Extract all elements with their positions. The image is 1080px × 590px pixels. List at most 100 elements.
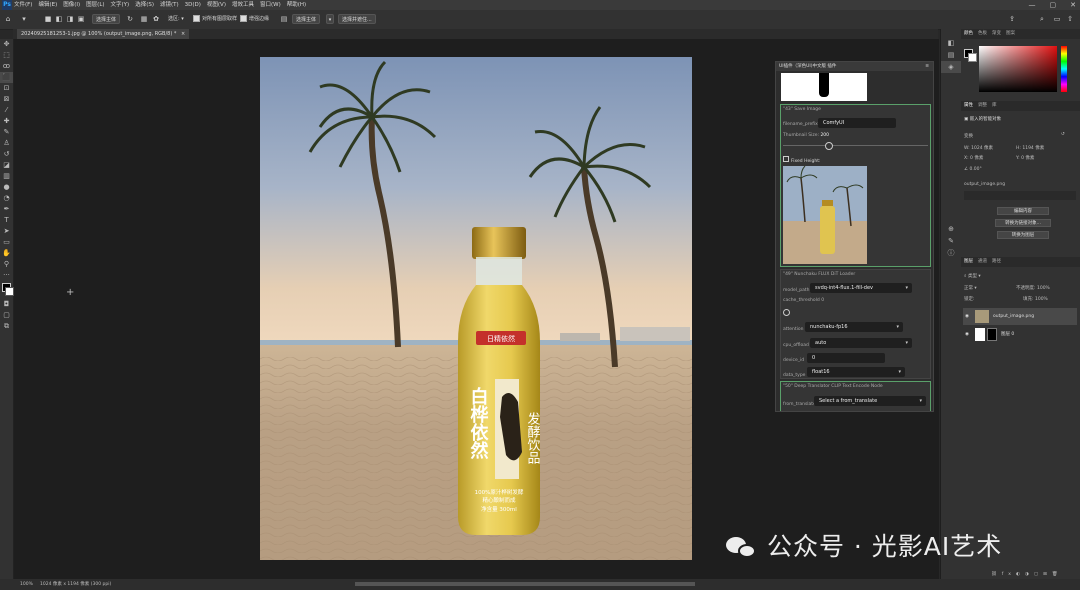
minimize-icon[interactable]: — (1029, 0, 1036, 10)
convert-to-layers-button[interactable]: 转换为图层 (997, 231, 1049, 239)
properties-panel-icon[interactable]: ▤ (941, 49, 961, 61)
select-subject-button[interactable]: 选择主体 (92, 14, 121, 24)
color-picker-field[interactable] (979, 46, 1057, 92)
move-tool-icon[interactable]: ✥ (0, 39, 13, 50)
brush-tool-icon[interactable]: ✎ (0, 127, 13, 138)
gear-icon[interactable]: ✿ (152, 15, 160, 23)
color-tab-1[interactable]: 色板 (978, 29, 987, 39)
search-icon[interactable]: ⌕ (1038, 15, 1046, 23)
opacity-field[interactable]: 不透明度: 100% (1016, 285, 1050, 291)
new-selection-icon[interactable]: ■ (44, 15, 52, 23)
sample-all-layers-checkbox[interactable]: 对所有图层取样 (193, 15, 237, 23)
frame-tool-icon[interactable]: ⊠ (0, 94, 13, 105)
ai-extension-icon[interactable]: ⧉ (0, 321, 13, 332)
add-selection-icon[interactable]: ◧ (55, 15, 63, 23)
model-path-select[interactable]: svdq-int4-flux.1-fill-dev ▾ (810, 283, 912, 293)
history-brush-icon[interactable]: ↺ (0, 149, 13, 160)
menu-item-1[interactable]: 编辑(E) (38, 0, 57, 10)
subtract-selection-icon[interactable]: ◨ (66, 15, 74, 23)
x-field[interactable]: X: 0 像素 (964, 155, 983, 161)
save-image-node[interactable]: "43" Save Image filename_prefix ComfyUI … (780, 104, 931, 267)
angle-field[interactable]: ∠ 0.00° (964, 167, 982, 172)
convert-linked-button[interactable]: 转换为链接对象... (995, 219, 1051, 227)
visibility-eye-icon[interactable]: ◉ (965, 326, 969, 343)
refresh-icon[interactable]: ↻ (126, 15, 134, 23)
color-tab-3[interactable]: 图案 (1006, 29, 1015, 39)
menu-item-3[interactable]: 图层(L) (86, 0, 104, 10)
data-type-select[interactable]: float16 ▾ (807, 367, 905, 377)
more-tools-icon[interactable]: ··· (0, 270, 13, 281)
color-tab-0[interactable]: 颜色 (964, 29, 973, 39)
info-panel-icon[interactable]: ⓘ (941, 247, 961, 259)
menu-item-8[interactable]: 视图(V) (207, 0, 226, 10)
props-tab-0[interactable]: 属性 (964, 101, 973, 111)
cache-threshold-handle[interactable] (783, 309, 790, 316)
path-select-icon[interactable]: ➤ (0, 226, 13, 237)
blend-mode-select[interactable]: 正常 ▾ (964, 285, 977, 291)
from-translate-select[interactable]: Select a from_translate ▾ (814, 396, 926, 406)
fill-field[interactable]: 填充: 100% (1023, 296, 1048, 302)
home-icon[interactable]: ⌂ (4, 15, 12, 23)
props-tab-2[interactable]: 库 (992, 101, 997, 111)
grid-icon[interactable]: ▦ (140, 15, 148, 23)
h-field[interactable]: H: 1194 像素 (1016, 145, 1044, 151)
crop-tool-icon[interactable]: ⊡ (0, 83, 13, 94)
menu-item-10[interactable]: 窗口(W) (260, 0, 281, 10)
layers-tab-2[interactable]: 路径 (992, 257, 1001, 267)
deep-translator-node[interactable]: "50" Deep Translator CLIP Text Encode No… (780, 381, 931, 411)
menu-item-0[interactable]: 文件(F) (14, 0, 32, 10)
panel-menu-icon[interactable]: ≡ (925, 62, 929, 71)
tool-preset-icon[interactable]: ▾ (20, 15, 28, 23)
lasso-tool-icon[interactable]: ꝏ (0, 61, 13, 72)
eyedropper-tool-icon[interactable]: ⁄ (0, 105, 13, 116)
menu-item-6[interactable]: 滤镜(T) (160, 0, 179, 10)
pen-tool-icon[interactable]: ✒ (0, 204, 13, 215)
thumbnail-size-slider[interactable] (783, 145, 928, 146)
restore-icon[interactable]: ▢ (1050, 0, 1057, 10)
healing-brush-icon[interactable]: ✚ (0, 116, 13, 127)
subject-dropdown-icon[interactable]: ▾ (326, 14, 334, 24)
object-select-tool-icon[interactable]: ⬛ (0, 72, 13, 83)
menu-item-7[interactable]: 3D(D) (185, 0, 201, 10)
mode-label[interactable]: 选区: ▾ (168, 15, 184, 23)
w-field[interactable]: W: 1024 像素 (964, 145, 993, 151)
marquee-tool-icon[interactable]: ⬚ (0, 50, 13, 61)
color-swatches[interactable] (0, 281, 14, 299)
zoom-level[interactable]: 100% (20, 579, 33, 590)
props-tab-1[interactable]: 调整 (978, 101, 987, 111)
color-tab-2[interactable]: 渐变 (992, 29, 1001, 39)
screen-mode-icon[interactable]: ▢ (0, 310, 13, 321)
edit-contents-button[interactable]: 编辑内容 (997, 207, 1049, 215)
tab-close-icon[interactable]: × (181, 31, 185, 37)
layer-row[interactable]: ◉ 图层 0 (963, 326, 1077, 343)
horizontal-scrollbar[interactable] (355, 582, 695, 586)
zoom-tool-icon[interactable]: ⚲ (0, 259, 13, 270)
slider-handle[interactable] (825, 142, 833, 150)
visibility-eye-icon[interactable]: ◉ (965, 308, 969, 325)
menu-item-2[interactable]: 图像(I) (63, 0, 80, 10)
color-background-icon[interactable] (968, 53, 977, 62)
quick-mask-icon[interactable]: ▤ (280, 15, 288, 23)
hand-tool-icon[interactable]: ✋ (0, 248, 13, 259)
hue-slider[interactable] (1061, 46, 1067, 92)
select-subject-button-2[interactable]: 选择主体 (292, 14, 321, 24)
menu-item-5[interactable]: 选择(S) (135, 0, 154, 10)
shape-tool-icon[interactable]: ▭ (0, 237, 13, 248)
adjust-icon[interactable]: ⊕ (941, 223, 961, 235)
menu-item-9[interactable]: 增效工具 (232, 0, 254, 10)
flux-dit-loader-node[interactable]: "49" Nunchaku FLUX DiT Loader model_path… (780, 269, 931, 379)
share-upload-icon[interactable]: ⇧ (1066, 15, 1074, 23)
reset-transform-icon[interactable]: ↺ (1061, 132, 1065, 137)
gradient-tool-icon[interactable]: ▥ (0, 171, 13, 182)
close-icon[interactable]: ✕ (1070, 0, 1076, 10)
y-field[interactable]: Y: 0 像素 (1016, 155, 1034, 161)
cpu-offload-select[interactable]: auto ▾ (810, 338, 912, 348)
canvas-image[interactable]: 日精依然 白桦依然 发酵饮品 100%原汁桦树发酵 精心酿制而成 净含量 300… (260, 57, 692, 560)
select-and-mask-button[interactable]: 选择并遮住... (338, 14, 376, 24)
layers-tab-0[interactable]: 图层 (964, 257, 973, 267)
blur-tool-icon[interactable]: ● (0, 182, 13, 193)
stamp-tool-icon[interactable]: ♙ (0, 138, 13, 149)
enhance-edge-checkbox[interactable]: 增强边缘 (240, 15, 269, 23)
brush-panel-icon[interactable]: ✎ (941, 235, 961, 247)
layer-row[interactable]: ◉ output_image.png (963, 308, 1077, 325)
